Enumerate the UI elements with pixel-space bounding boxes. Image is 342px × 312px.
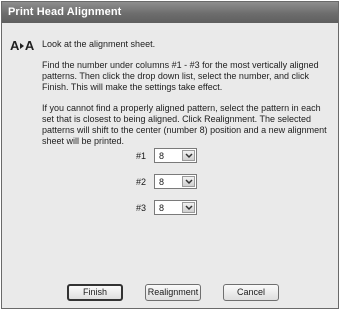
instruction-heading: Look at the alignment sheet. bbox=[42, 39, 156, 49]
arrow-right-icon bbox=[19, 43, 24, 50]
alignment-aa-icon: AA bbox=[10, 38, 36, 53]
column-3-value: 8 bbox=[159, 203, 165, 213]
column-2-value: 8 bbox=[159, 177, 165, 187]
print-head-alignment-dialog: Print Head Alignment AA Look at the alig… bbox=[1, 1, 339, 309]
selector-row-2: #2 8 bbox=[2, 174, 338, 190]
title-bar[interactable]: Print Head Alignment bbox=[2, 2, 338, 23]
realignment-button[interactable]: Realignment bbox=[145, 284, 201, 301]
column-2-dropdown[interactable]: 8 bbox=[154, 174, 197, 189]
instruction-realignment: If you cannot find a properly aligned pa… bbox=[42, 103, 327, 146]
selector-label-2: #2 bbox=[136, 177, 147, 187]
chevron-down-icon[interactable] bbox=[182, 202, 195, 213]
selector-label-3: #3 bbox=[136, 203, 147, 213]
cancel-button[interactable]: Cancel bbox=[223, 284, 279, 301]
column-1-value: 8 bbox=[159, 151, 165, 161]
column-1-dropdown[interactable]: 8 bbox=[154, 148, 197, 163]
instruction-select-numbers: Find the number under columns #1 - #3 fo… bbox=[42, 60, 319, 92]
chevron-down-icon[interactable] bbox=[182, 150, 195, 161]
chevron-down-icon[interactable] bbox=[182, 176, 195, 187]
column-3-dropdown[interactable]: 8 bbox=[154, 200, 197, 215]
finish-button[interactable]: Finish bbox=[67, 284, 123, 301]
selector-label-1: #1 bbox=[136, 151, 147, 161]
selector-row-1: #1 8 bbox=[2, 148, 338, 164]
icon-glyph-left: A bbox=[10, 38, 19, 53]
selector-row-3: #3 8 bbox=[2, 200, 338, 216]
window-title: Print Head Alignment bbox=[8, 6, 122, 18]
icon-glyph-right: A bbox=[24, 38, 34, 53]
